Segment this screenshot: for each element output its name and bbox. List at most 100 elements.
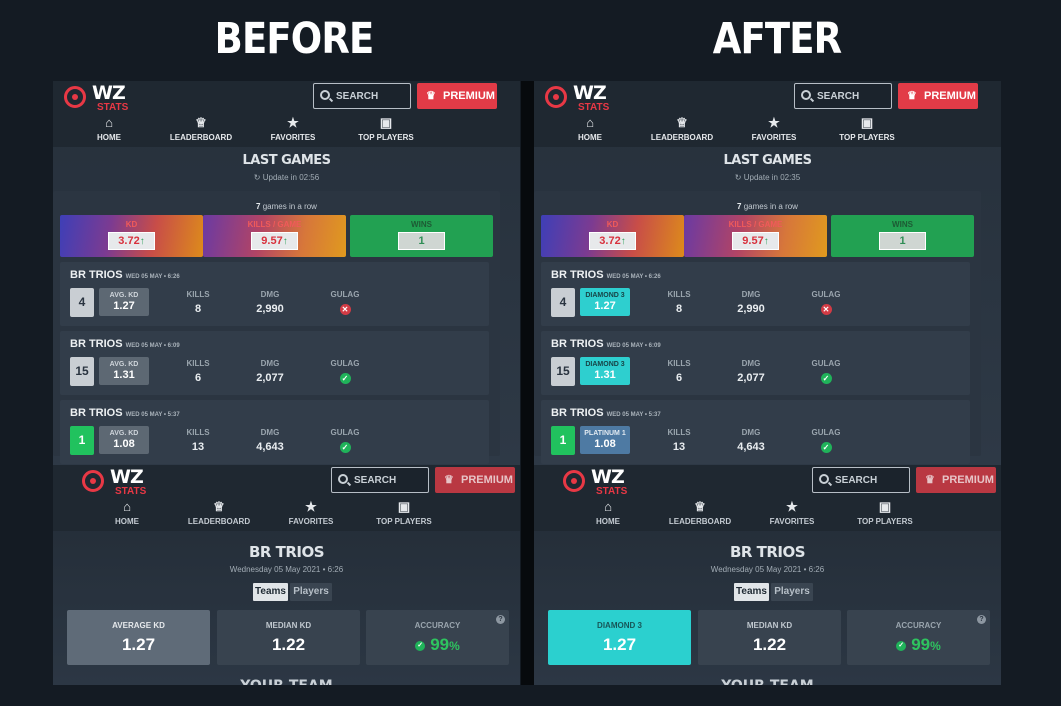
nav-favorites[interactable]: ★ FAVORITES [742, 500, 842, 527]
dmg-cell: DMG 2,077 [256, 359, 284, 384]
stat-kd: KD 3.72↑ [60, 215, 203, 257]
check-circle-icon: ✓ [896, 640, 907, 651]
summary-box-0: DIAMOND 3 1.27 [548, 610, 691, 665]
x-circle-icon: ✕ [339, 304, 351, 315]
your-team-heading: YOUR TEAM [534, 678, 1001, 685]
gulag-cell: GULAG ✓ [811, 428, 841, 453]
game-row[interactable]: BR TRIOS WED 05 MAY • 6:09 15 DIAMOND 3 1.… [541, 331, 970, 395]
wzstats-logo[interactable]: WZ STATS [563, 467, 627, 497]
nav-favorites[interactable]: ★ FAVORITES [724, 116, 824, 143]
wzstats-logo[interactable]: WZ STATS [545, 83, 609, 113]
site-header: WZ STATS SEARCH ♛ PREMIUM ⌂ HOME ♕ LEADE… [53, 465, 520, 531]
nav-top-players[interactable]: ▣ TOP PLAYERS [336, 116, 436, 143]
last-games-title: LAST GAMES [723, 153, 812, 168]
gulag-cell: GULAG ✕ [811, 290, 841, 315]
placement-badge: 15 [551, 357, 575, 386]
tab-players[interactable]: Players [771, 583, 813, 601]
games-in-row: 7 games in a row [256, 202, 317, 211]
gamepad-icon: ▣ [878, 499, 892, 514]
wzstats-logo[interactable]: WZ STATS [82, 467, 146, 497]
tab-teams[interactable]: Teams [253, 583, 288, 601]
placement-badge: 15 [70, 357, 94, 386]
nav-home[interactable]: ⌂ HOME [558, 500, 658, 527]
home-icon: ⌂ [123, 499, 131, 514]
stat-kills-game: KILLS / GAME 9.57↑ [684, 215, 827, 257]
stat-kills-game: KILLS / GAME 9.57↑ [203, 215, 346, 257]
check-circle-icon: ✓ [339, 373, 351, 384]
stat-wins: WINS 1 [831, 215, 974, 257]
update-timer: ↻ Update in 02:35 [734, 173, 801, 182]
nav-top-players[interactable]: ▣ TOP PLAYERS [354, 499, 454, 527]
stat-wins: WINS 1 [350, 215, 493, 257]
nav-leaderboard[interactable]: ♕ LEADERBOARD [650, 500, 750, 527]
dmg-cell: DMG 2,990 [737, 290, 765, 315]
placement-badge: 4 [551, 288, 575, 317]
nav-leaderboard[interactable]: ♕ LEADERBOARD [151, 116, 251, 143]
crown-icon: ♛ [444, 474, 454, 486]
nav-home[interactable]: ⌂ HOME [59, 116, 159, 143]
placement-badge: 1 [70, 426, 94, 455]
your-team-heading: YOUR TEAM [53, 678, 520, 685]
nav-leaderboard[interactable]: ♕ LEADERBOARD [632, 115, 732, 143]
home-icon: ⌂ [586, 115, 594, 130]
search-button[interactable]: SEARCH [331, 467, 429, 493]
arrow-up-icon: ↑ [139, 236, 145, 247]
tab-teams[interactable]: Teams [734, 583, 769, 601]
search-button[interactable]: SEARCH [313, 83, 411, 109]
kd-badge: AVG. KD 1.08 [99, 426, 149, 454]
before-panel: WZ STATS SEARCH ♛ PREMIUM ⌂ HOME ♕ LEADE… [53, 81, 520, 685]
panel-divider [521, 81, 534, 685]
summary-box-1: MEDIAN KD 1.22 [698, 610, 841, 665]
nav-leaderboard[interactable]: ♕ LEADERBOARD [169, 499, 269, 527]
nav-home[interactable]: ⌂ HOME [77, 499, 177, 527]
help-icon[interactable]: ? [496, 615, 505, 624]
kd-badge: DIAMOND 3 1.31 [580, 357, 630, 385]
arrow-up-icon: ↑ [282, 236, 288, 247]
crown-icon: ♛ [907, 90, 917, 102]
premium-button[interactable]: ♛ PREMIUM [417, 83, 497, 109]
search-button[interactable]: SEARCH [794, 83, 892, 109]
dmg-cell: DMG 2,077 [737, 359, 765, 384]
trophy-icon: ♕ [676, 115, 688, 130]
search-icon [801, 90, 811, 100]
trophy-icon: ♕ [213, 499, 225, 514]
help-icon[interactable]: ? [977, 615, 986, 624]
match-title: BR TRIOS [729, 543, 806, 561]
match-detail-section: WZ STATS SEARCH ♛ PREMIUM ⌂ HOME ♕ LEADE… [534, 465, 1001, 685]
premium-button[interactable]: ♛ PREMIUM [898, 83, 978, 109]
nav-favorites[interactable]: ★ FAVORITES [261, 499, 361, 527]
kd-badge: DIAMOND 3 1.27 [580, 288, 630, 316]
game-row[interactable]: BR TRIOS WED 05 MAY • 6:26 4 AVG. KD 1.27 … [60, 262, 489, 326]
game-row[interactable]: BR TRIOS WED 05 MAY • 6:09 15 AVG. KD 1.31… [60, 331, 489, 395]
premium-button[interactable]: ♛ PREMIUM [435, 467, 515, 493]
wzstats-logo[interactable]: WZ STATS [64, 83, 128, 113]
refresh-icon: ↻ [253, 173, 263, 182]
kills-cell: KILLS 6 [667, 359, 691, 384]
dmg-cell: DMG 4,643 [737, 428, 765, 453]
kd-badge: PLATINUM 1 1.08 [580, 426, 630, 454]
check-circle-icon: ✓ [339, 442, 351, 453]
nav-favorites[interactable]: ★ FAVORITES [243, 116, 343, 143]
crown-icon: ♛ [925, 474, 935, 486]
nav-top-players[interactable]: ▣ TOP PLAYERS [817, 116, 917, 143]
kd-badge: AVG. KD 1.27 [99, 288, 149, 316]
star-icon: ★ [305, 499, 317, 514]
nav-home[interactable]: ⌂ HOME [540, 115, 640, 143]
site-header: WZ STATS SEARCH ♛ PREMIUM ⌂ HOME ♕ LEADE… [53, 81, 520, 147]
game-row[interactable]: BR TRIOS WED 05 MAY • 5:37 1 PLATINUM 1 1.… [541, 400, 970, 464]
placement-badge: 1 [551, 426, 575, 455]
gulag-cell: GULAG ✓ [811, 359, 841, 384]
last-games-section: WZ STATS SEARCH ♛ PREMIUM ⌂ HOME ♕ LEADE… [53, 81, 520, 465]
gulag-cell: GULAG ✓ [330, 359, 360, 384]
search-button[interactable]: SEARCH [812, 467, 910, 493]
after-panel: WZ STATS SEARCH ♛ PREMIUM ⌂ HOME ♕ LEADE… [534, 81, 1001, 685]
kills-cell: KILLS 13 [186, 428, 210, 453]
tab-players[interactable]: Players [290, 583, 332, 601]
crown-icon: ♛ [426, 90, 436, 102]
placement-badge: 4 [70, 288, 94, 317]
game-row[interactable]: BR TRIOS WED 05 MAY • 5:37 1 AVG. KD 1.08 … [60, 400, 489, 464]
premium-button[interactable]: ♛ PREMIUM [916, 467, 996, 493]
game-row[interactable]: BR TRIOS WED 05 MAY • 6:26 4 DIAMOND 3 1.2… [541, 262, 970, 326]
gamepad-icon: ▣ [397, 499, 411, 514]
nav-top-players[interactable]: ▣ TOP PLAYERS [835, 499, 935, 527]
